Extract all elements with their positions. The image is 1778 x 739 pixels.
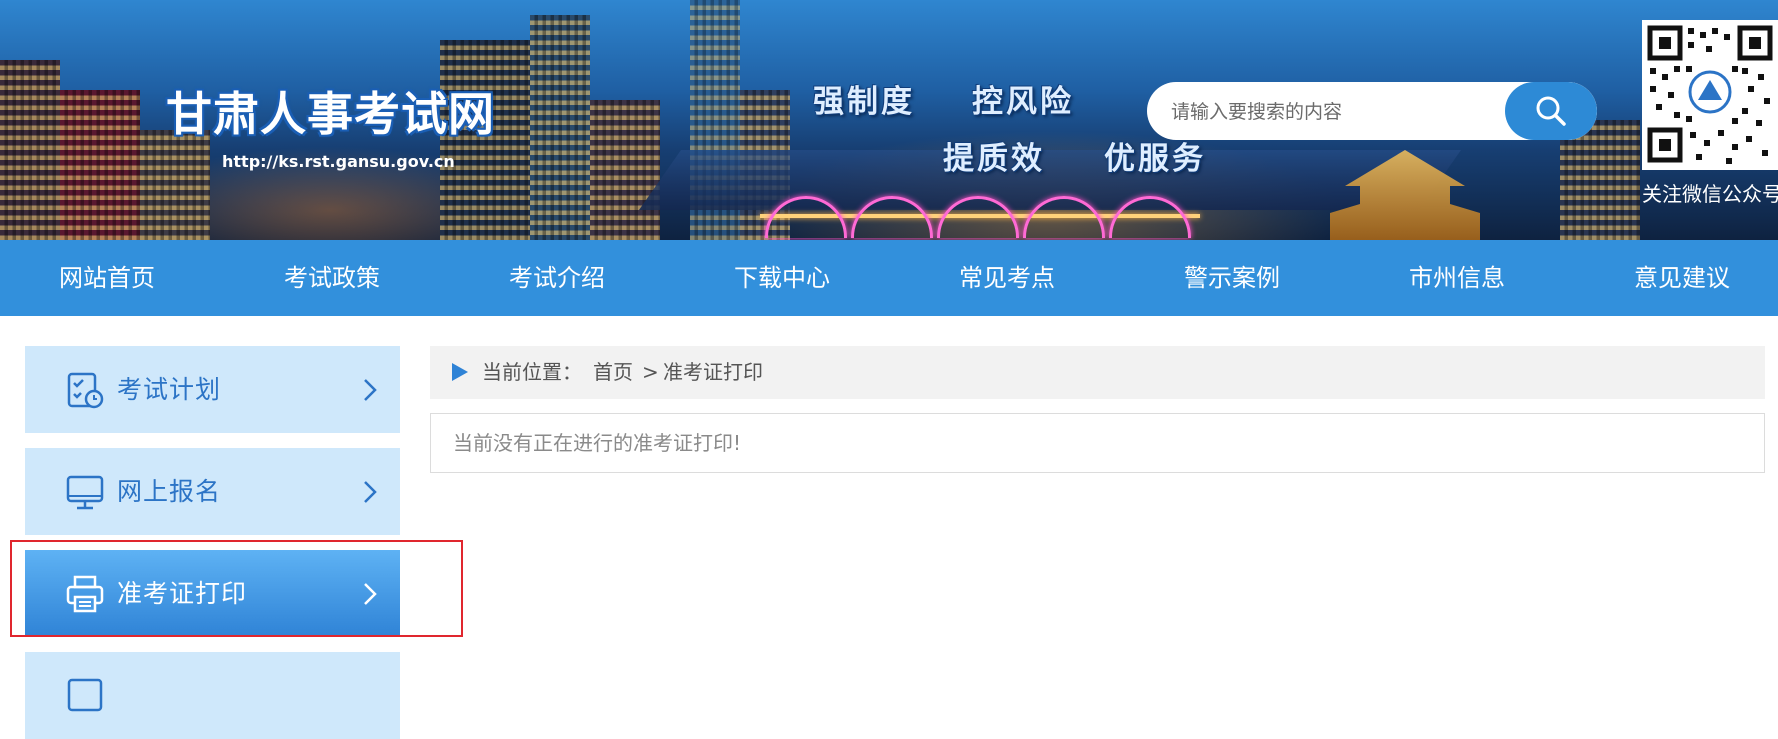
nav-item-downloads[interactable]: 下载中心 xyxy=(734,240,830,316)
nav-item-warning-cases[interactable]: 警示案例 xyxy=(1184,240,1280,316)
main-nav: 网站首页 考试政策 考试介绍 下载中心 常见考点 警示案例 市州信息 意见建议 xyxy=(0,240,1778,316)
site-title: 甘肃人事考试网 xyxy=(166,87,495,141)
breadcrumb-current: 准考证打印 xyxy=(663,360,763,384)
search-input[interactable] xyxy=(1169,82,1473,140)
building xyxy=(140,130,210,240)
sidebar-item-label: 网上报名 xyxy=(117,477,222,506)
header-banner: 甘肃人事考试网 http://ks.rst.gansu.gov.cn 强制度 控… xyxy=(0,0,1778,240)
play-arrow-icon xyxy=(452,363,468,381)
sidebar-item-label: 考试计划 xyxy=(117,375,222,404)
nav-item-policy[interactable]: 考试政策 xyxy=(284,240,380,316)
slogan-2: 控风险 xyxy=(972,84,1074,120)
nav-item-intro[interactable]: 考试介绍 xyxy=(509,240,605,316)
chevron-right-icon xyxy=(364,481,377,503)
sidebar-item-next[interactable] xyxy=(25,652,400,739)
breadcrumb: 当前位置： 首页 > 准考证打印 xyxy=(430,346,1765,399)
slogan-3: 提质效 xyxy=(943,141,1045,177)
exam-plan-icon xyxy=(67,372,104,409)
nav-item-exam-sites[interactable]: 常见考点 xyxy=(959,240,1055,316)
breadcrumb-prefix: 当前位置： xyxy=(482,360,582,384)
notice-panel: 当前没有正在进行的准考证打印! xyxy=(430,413,1765,473)
sidebar-item-exam-plan[interactable]: 考试计划 xyxy=(25,346,400,433)
breadcrumb-home-link[interactable]: 首页 xyxy=(593,346,633,399)
monitor-icon xyxy=(66,475,104,510)
search-box xyxy=(1147,82,1597,140)
qr-code xyxy=(1642,20,1778,170)
notice-text: 当前没有正在进行的准考证打印! xyxy=(453,431,742,455)
sidebar-icon xyxy=(67,678,103,712)
qr-label: 关注微信公众号 xyxy=(1642,182,1778,206)
building xyxy=(530,15,590,240)
nav-item-city-info[interactable]: 市州信息 xyxy=(1409,240,1505,316)
qr-code-image xyxy=(1647,25,1773,164)
breadcrumb-separator: > xyxy=(642,360,659,384)
nav-item-feedback[interactable]: 意见建议 xyxy=(1634,240,1730,316)
building xyxy=(590,100,660,240)
site-url: http://ks.rst.gansu.gov.cn xyxy=(222,152,455,171)
search-button[interactable] xyxy=(1505,82,1597,140)
selection-highlight xyxy=(10,540,463,637)
sidebar-item-online-registration[interactable]: 网上报名 xyxy=(25,448,400,535)
search-icon xyxy=(1536,96,1566,126)
chevron-right-icon xyxy=(364,379,377,401)
slogan-1: 强制度 xyxy=(813,84,915,120)
nav-item-home[interactable]: 网站首页 xyxy=(59,240,155,316)
building xyxy=(0,60,60,240)
building xyxy=(60,90,140,240)
